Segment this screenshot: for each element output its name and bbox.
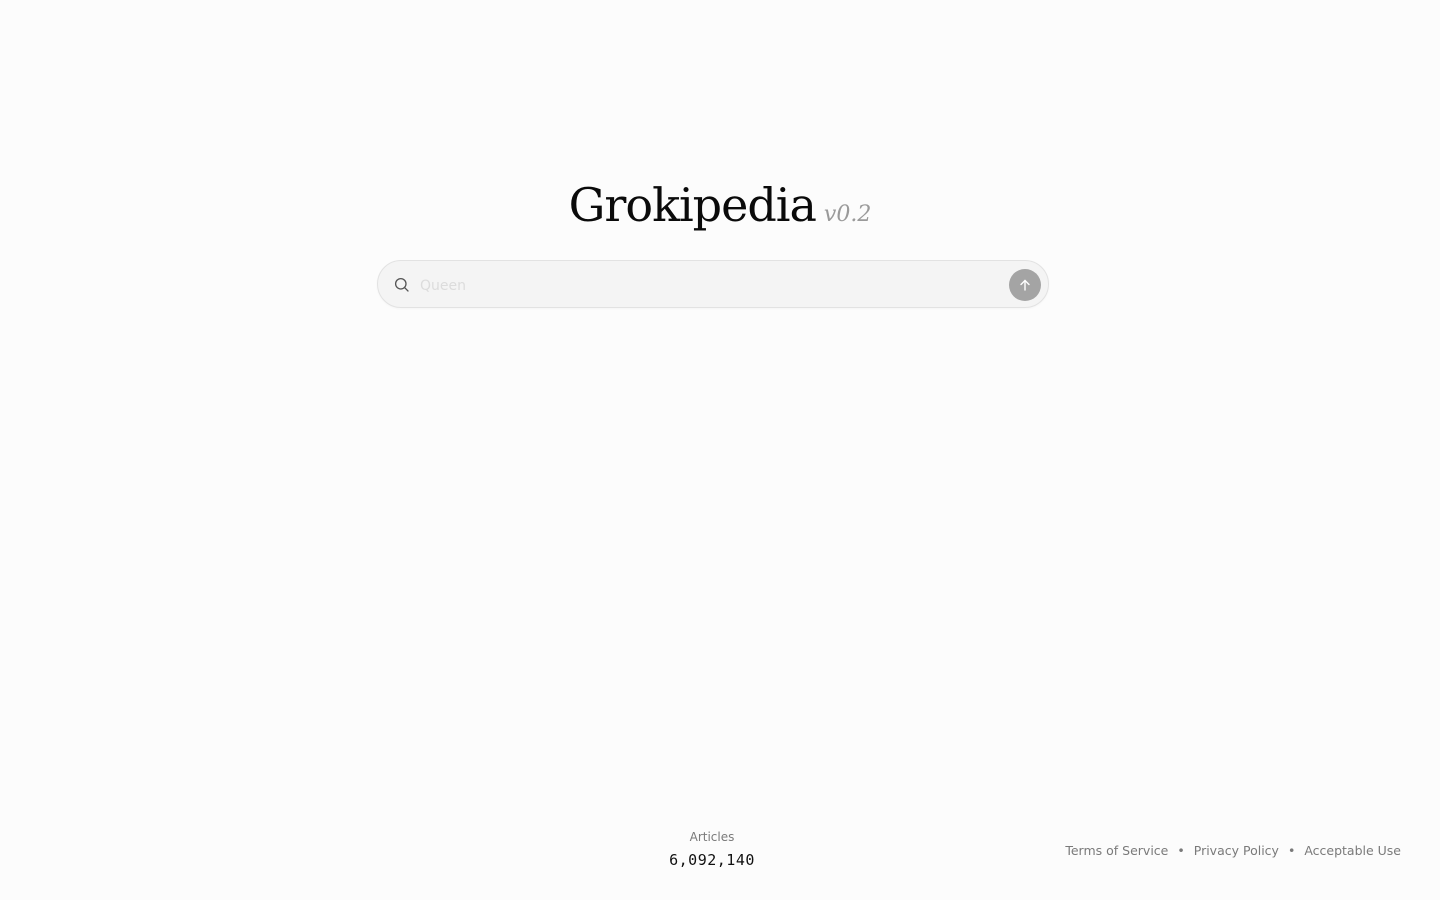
logo-version: v0.2 [823, 202, 872, 227]
footer-separator: • [1177, 843, 1185, 858]
page: Grokipediav0.2 Articles 6,092,140 Terms … [0, 0, 1440, 900]
logo-name: Grokipedia [568, 178, 817, 232]
search-input[interactable] [418, 269, 1002, 303]
terms-of-service-link[interactable]: Terms of Service [1065, 843, 1168, 858]
logo: Grokipedia v0.2 [0, 178, 1440, 232]
footer-links: Terms of Service • Privacy Policy • Acceptab… [1065, 843, 1401, 858]
arrow-up-icon [1018, 278, 1032, 292]
footer-separator: • [1287, 843, 1296, 858]
search-bar [377, 260, 1049, 308]
search-submit-button[interactable] [1009, 269, 1041, 301]
acceptable-use-link[interactable]: Acceptable Use [1304, 843, 1401, 858]
search-icon [393, 276, 411, 294]
privacy-policy-link[interactable]: Privacy Policy [1194, 843, 1279, 858]
